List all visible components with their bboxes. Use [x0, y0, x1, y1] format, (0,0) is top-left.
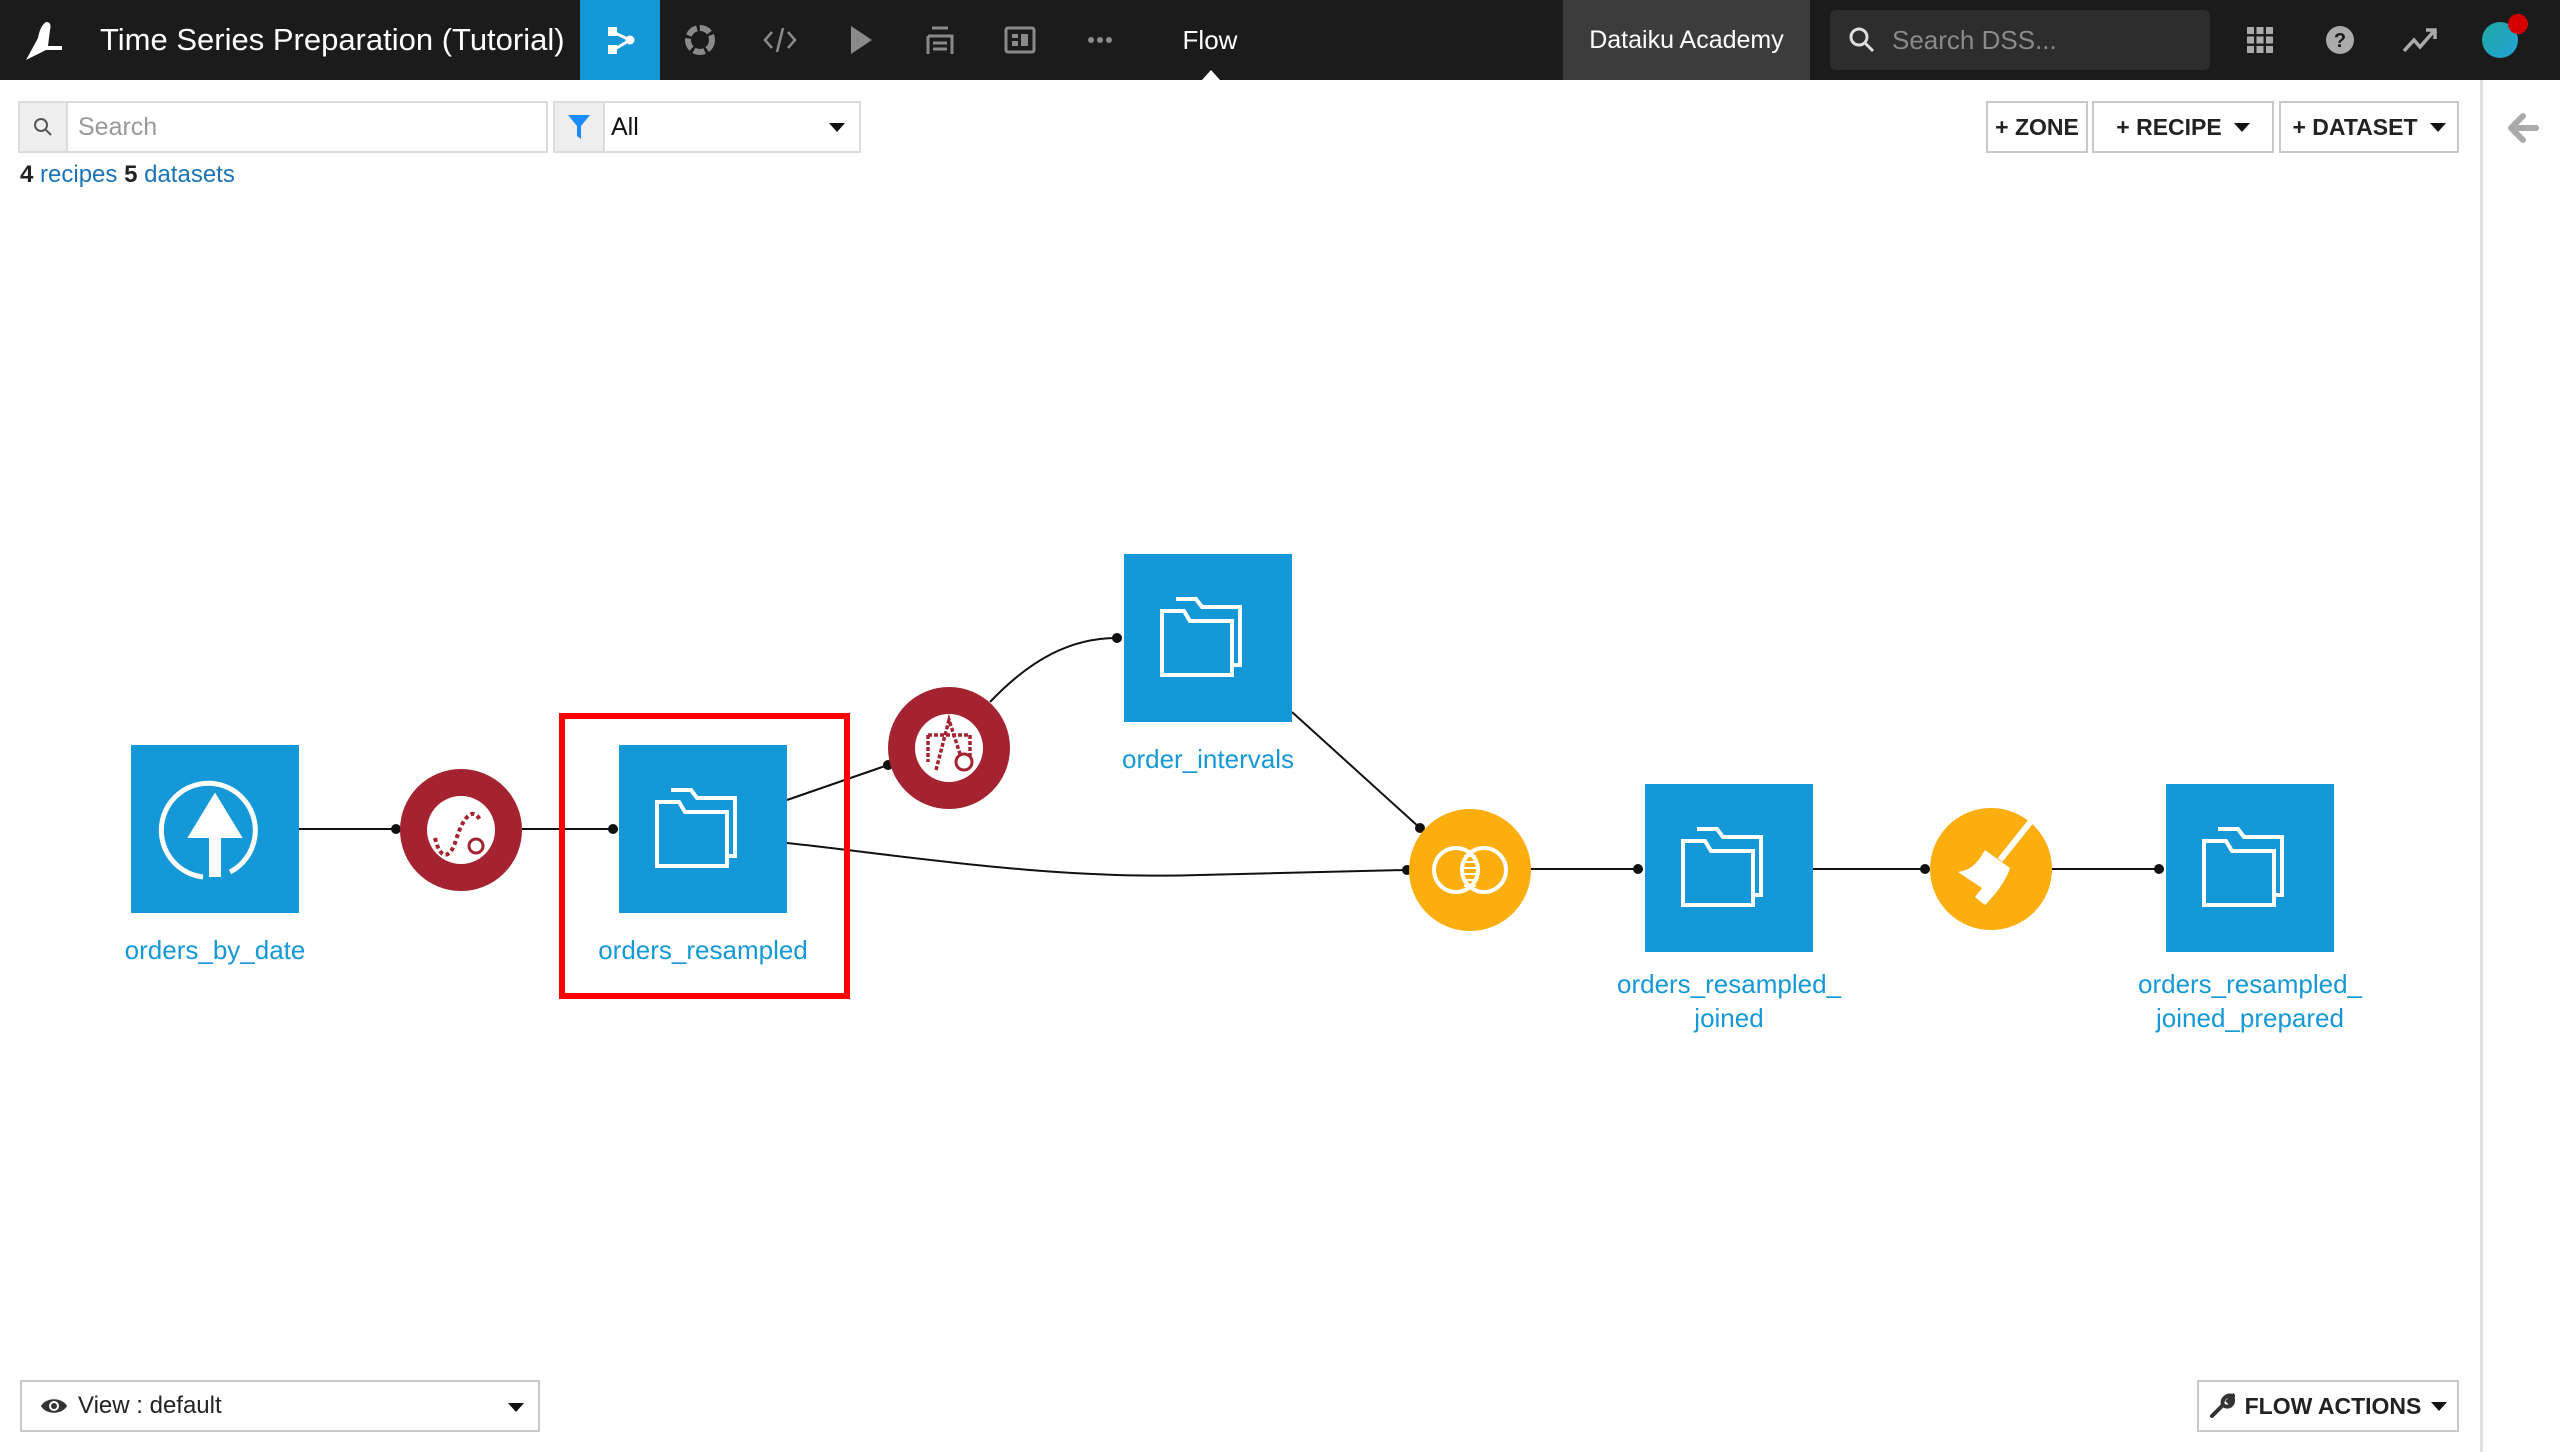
edge-port [608, 824, 618, 834]
global-search[interactable] [1830, 10, 2210, 70]
nav-jobs-button[interactable] [820, 0, 900, 80]
chevron-down-icon [2431, 1401, 2448, 1411]
dataset-label-order-intervals[interactable]: order_intervals [1048, 742, 1368, 776]
edge-intervals-to-order-intervals [989, 637, 1118, 703]
nav-flow-button[interactable] [580, 0, 660, 80]
dataset-orders-resampled-joined[interactable] [1645, 784, 1813, 952]
nav-dashboards-button[interactable] [980, 0, 1060, 80]
edge-orders-resampled-to-intervals [786, 764, 889, 801]
edge-port [2154, 864, 2164, 874]
trending-icon [2402, 28, 2437, 53]
view-label: View : default [78, 1392, 222, 1419]
notification-badge [2508, 14, 2528, 34]
recipe-prepare[interactable] [1930, 808, 2052, 930]
edge-orders-resampled-to-join [786, 842, 1406, 877]
view-select[interactable]: View : default [20, 1380, 540, 1432]
top-navbar: Time Series Preparation (Tutorial) Flow … [0, 0, 2560, 80]
dataset-label-orders-resampled-joined[interactable]: orders_resampled_ joined [1569, 967, 1889, 1035]
more-icon [1088, 37, 1112, 43]
flow-icon [608, 27, 635, 54]
project-title[interactable]: Time Series Preparation (Tutorial) [100, 0, 565, 80]
recipe-intervals[interactable] [888, 687, 1010, 809]
flow-actions-label: FLOW ACTIONS [2244, 1392, 2422, 1419]
code-icon [763, 27, 797, 53]
dataset-label-orders-by-date[interactable]: orders_by_date [55, 933, 375, 967]
dataset-orders-resampled-joined-prepared[interactable] [2166, 784, 2334, 952]
current-section-label: Flow [1182, 25, 1238, 55]
edge-port [1920, 864, 1930, 874]
edge-port [1112, 633, 1122, 643]
edge-port [1633, 864, 1643, 874]
dataset-orders-by-date[interactable] [131, 745, 299, 913]
nav-deploy-button[interactable] [900, 0, 980, 80]
flow-actions-button[interactable]: FLOW ACTIONS [2197, 1380, 2459, 1432]
recipe-join[interactable] [1409, 809, 1531, 931]
play-icon [851, 26, 872, 54]
dataiku-bird-logo-icon[interactable] [18, 16, 66, 64]
eye-icon [41, 1399, 67, 1413]
flow-canvas[interactable]: orders_by_date orders_resampled order_in… [0, 80, 2480, 1452]
recipe-resample[interactable] [400, 769, 522, 891]
global-search-input[interactable] [1892, 10, 2192, 70]
apps-grid-button[interactable] [2240, 20, 2280, 60]
help-button[interactable]: ? [2320, 20, 2360, 60]
activity-button[interactable] [2400, 20, 2440, 60]
stack-icon [926, 26, 954, 54]
arrow-left-icon[interactable] [2505, 110, 2541, 146]
nav-more-button[interactable] [1060, 0, 1140, 80]
dataset-order-intervals[interactable] [1124, 554, 1292, 722]
dataset-orders-resampled[interactable] [619, 745, 787, 913]
dataset-label-orders-resampled[interactable]: orders_resampled [543, 933, 863, 967]
help-icon: ? [2326, 26, 2354, 54]
lab-icon [685, 25, 715, 55]
nav-code-button[interactable] [740, 0, 820, 80]
grid-icon [2247, 27, 2273, 53]
nav-lab-button[interactable] [660, 0, 740, 80]
search-icon [1849, 27, 1875, 53]
wrench-icon [2209, 1393, 2235, 1418]
dataset-label-orders-resampled-joined-prepared[interactable]: orders_resampled_ joined_prepared [2090, 967, 2410, 1035]
workspace-button[interactable]: Dataiku Academy [1563, 0, 1810, 80]
chevron-down-icon [508, 1403, 524, 1412]
dashboard-icon [1004, 26, 1036, 54]
right-panel-divider [2480, 80, 2483, 1452]
section-indicator [1202, 70, 1220, 80]
svg-text:?: ? [2334, 30, 2346, 52]
